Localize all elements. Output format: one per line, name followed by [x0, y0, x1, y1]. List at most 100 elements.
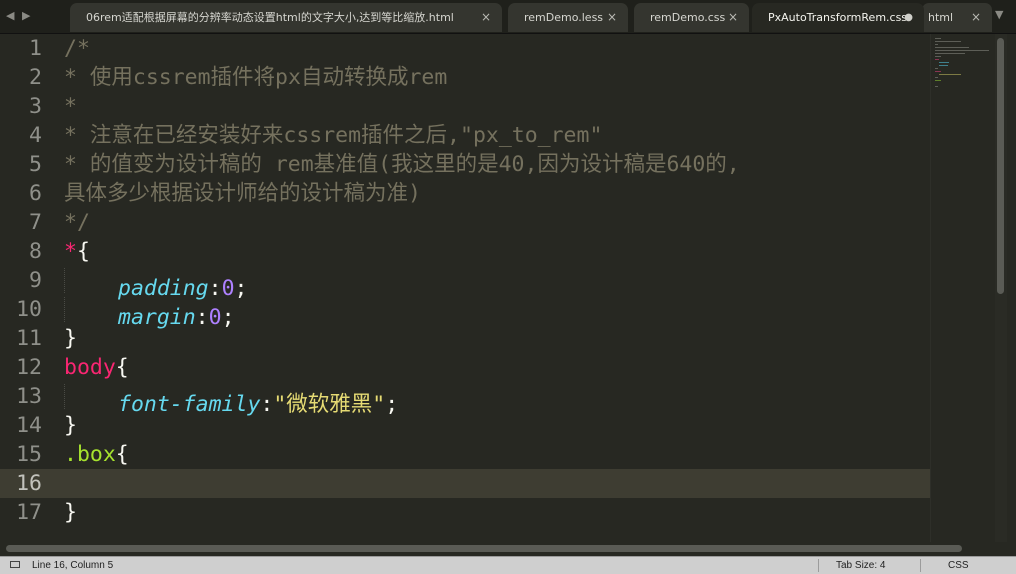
minimap-line [935, 68, 938, 69]
code-line[interactable]: 12 body{ [0, 353, 930, 382]
code-line[interactable]: 7 */ [0, 208, 930, 237]
code-token: .box [64, 442, 116, 467]
line-number: 17 [16, 500, 42, 525]
line-number: 12 [16, 355, 42, 380]
code-line[interactable]: 17} [0, 498, 930, 527]
minimap-line [939, 74, 961, 75]
line-number: 10 [16, 297, 42, 322]
line-number: 3 [29, 94, 42, 119]
code-token: body [64, 355, 116, 380]
code-token: * [64, 94, 77, 119]
minimap-line [935, 56, 941, 57]
code-line[interactable]: 3 * [0, 92, 930, 121]
code-line[interactable]: 1 /* [0, 34, 930, 63]
code-editor[interactable]: 1/* 2 * 使用cssrem插件将px自动转换成rem 3 * 4 * 注意在已经安装好… [0, 34, 930, 542]
minimap-line [939, 62, 949, 63]
tab-list-dropdown-icon[interactable]: ▼ [995, 8, 1003, 21]
tab-06rem-html[interactable]: 06rem适配根据屏幕的分辨率动态设置html的文字大小,达到等比缩放.html… [70, 3, 502, 32]
code-text: * 使用cssrem插件将px自动转换成rem [64, 63, 447, 92]
minimap-line [935, 71, 941, 72]
code-line[interactable]: 16 [0, 469, 930, 498]
code-token: 具体多少根据设计师给的设计稿为准) [64, 181, 421, 206]
tab-remdemo-less[interactable]: remDemo.less × [508, 3, 628, 32]
line-number: 2 [29, 65, 42, 90]
tab-bar: ◀ ▶ 06rem适配根据屏幕的分辨率动态设置html的文字大小,达到等比缩放.… [0, 0, 1016, 34]
code-token: } [64, 413, 77, 438]
close-icon[interactable]: × [481, 3, 491, 32]
line-number: 15 [16, 442, 42, 467]
cursor-position: Line 16, Column 5 [32, 560, 114, 571]
line-number: 14 [16, 413, 42, 438]
code-token: * 使用cssrem插件将px自动转换成rem [64, 65, 448, 90]
minimap-line [935, 44, 938, 45]
code-line[interactable]: 6 具体多少根据设计师给的设计稿为准) [0, 179, 930, 208]
code-text: } [64, 498, 77, 527]
minimap-line [935, 53, 965, 54]
minimap-line [935, 77, 938, 78]
code-text: .box{ [64, 440, 129, 469]
line-number: 5 [29, 152, 42, 177]
line-number: 7 [29, 210, 42, 235]
code-token: * 注意在已经安装好来cssrem插件之后,"px_to_rem" [64, 123, 603, 148]
close-icon[interactable]: × [728, 3, 738, 32]
close-icon[interactable]: × [971, 3, 981, 32]
code-text: /* [64, 34, 90, 63]
close-icon[interactable]: × [607, 3, 617, 32]
status-divider [920, 559, 921, 572]
minimap-line [935, 86, 938, 87]
horizontal-scrollbar-thumb[interactable] [6, 545, 962, 552]
code-line[interactable]: 11} [0, 324, 930, 353]
code-line[interactable]: 5 * 的值变为设计稿的 rem基准值(我这里的是40,因为设计稿是640的, [0, 150, 930, 179]
code-line[interactable]: 15 .box{ [0, 440, 930, 469]
code-line[interactable]: 14} [0, 411, 930, 440]
tab-pxautotransformrem-css[interactable]: PxAutoTransformRem.css ● [752, 3, 924, 32]
code-text: * 的值变为设计稿的 rem基准值(我这里的是40,因为设计稿是640的, [64, 150, 740, 179]
line-number: 16 [16, 471, 42, 496]
code-token: } [64, 500, 77, 525]
code-text: * [64, 92, 77, 121]
unsaved-dot-icon[interactable]: ● [904, 3, 913, 32]
minimap-line [935, 80, 941, 81]
code-token: } [64, 326, 77, 351]
tab-size-selector[interactable]: Tab Size: 4 [836, 557, 885, 574]
indent-guide [64, 295, 118, 324]
minimap-line [935, 47, 969, 48]
code-text: } [64, 324, 77, 353]
indent-guide [64, 266, 118, 295]
line-number: 1 [29, 36, 42, 61]
tab-label: remDemo.css [650, 11, 726, 24]
vertical-scrollbar-thumb[interactable] [997, 38, 1004, 294]
indent-guide [64, 382, 118, 411]
tab-scroll-right-icon[interactable]: ▶ [22, 9, 30, 22]
tab-label: remDemo.less [524, 11, 604, 24]
code-token: * [64, 239, 77, 264]
code-line[interactable]: 13 font-family:"微软雅黑"; [0, 382, 930, 417]
tab-scroll-left-icon[interactable]: ◀ [6, 9, 14, 22]
minimap-line [935, 59, 939, 60]
code-line[interactable]: 2 * 使用cssrem插件将px自动转换成rem [0, 63, 930, 92]
status-bar: Line 16, Column 5 Tab Size: 4 CSS [0, 556, 1016, 574]
code-line[interactable]: 10 margin:0; [0, 295, 930, 330]
line-number: 9 [29, 268, 42, 293]
minimap[interactable] [930, 34, 995, 542]
line-number: 8 [29, 239, 42, 264]
tab-html[interactable]: html × [922, 3, 992, 32]
tab-remdemo-css[interactable]: remDemo.css × [634, 3, 749, 32]
code-token: { [115, 442, 129, 467]
line-number: 11 [16, 326, 42, 351]
code-text: */ [64, 208, 90, 237]
minimap-line [935, 41, 961, 42]
code-line[interactable]: 9 padding:0; [0, 266, 930, 301]
tab-label: PxAutoTransformRem.css [768, 11, 908, 24]
code-text: 具体多少根据设计师给的设计稿为准) [64, 179, 421, 208]
code-text: } [64, 411, 77, 440]
code-text: *{ [64, 237, 90, 266]
code-line[interactable]: 4 * 注意在已经安装好来cssrem插件之后,"px_to_rem" [0, 121, 930, 150]
line-number: 4 [29, 123, 42, 148]
line-number: 6 [29, 181, 42, 206]
line-number: 13 [16, 384, 42, 409]
code-line[interactable]: 8 *{ [0, 237, 930, 266]
syntax-selector[interactable]: CSS [948, 557, 969, 574]
panel-toggle-icon[interactable] [10, 561, 20, 568]
status-divider [818, 559, 819, 572]
